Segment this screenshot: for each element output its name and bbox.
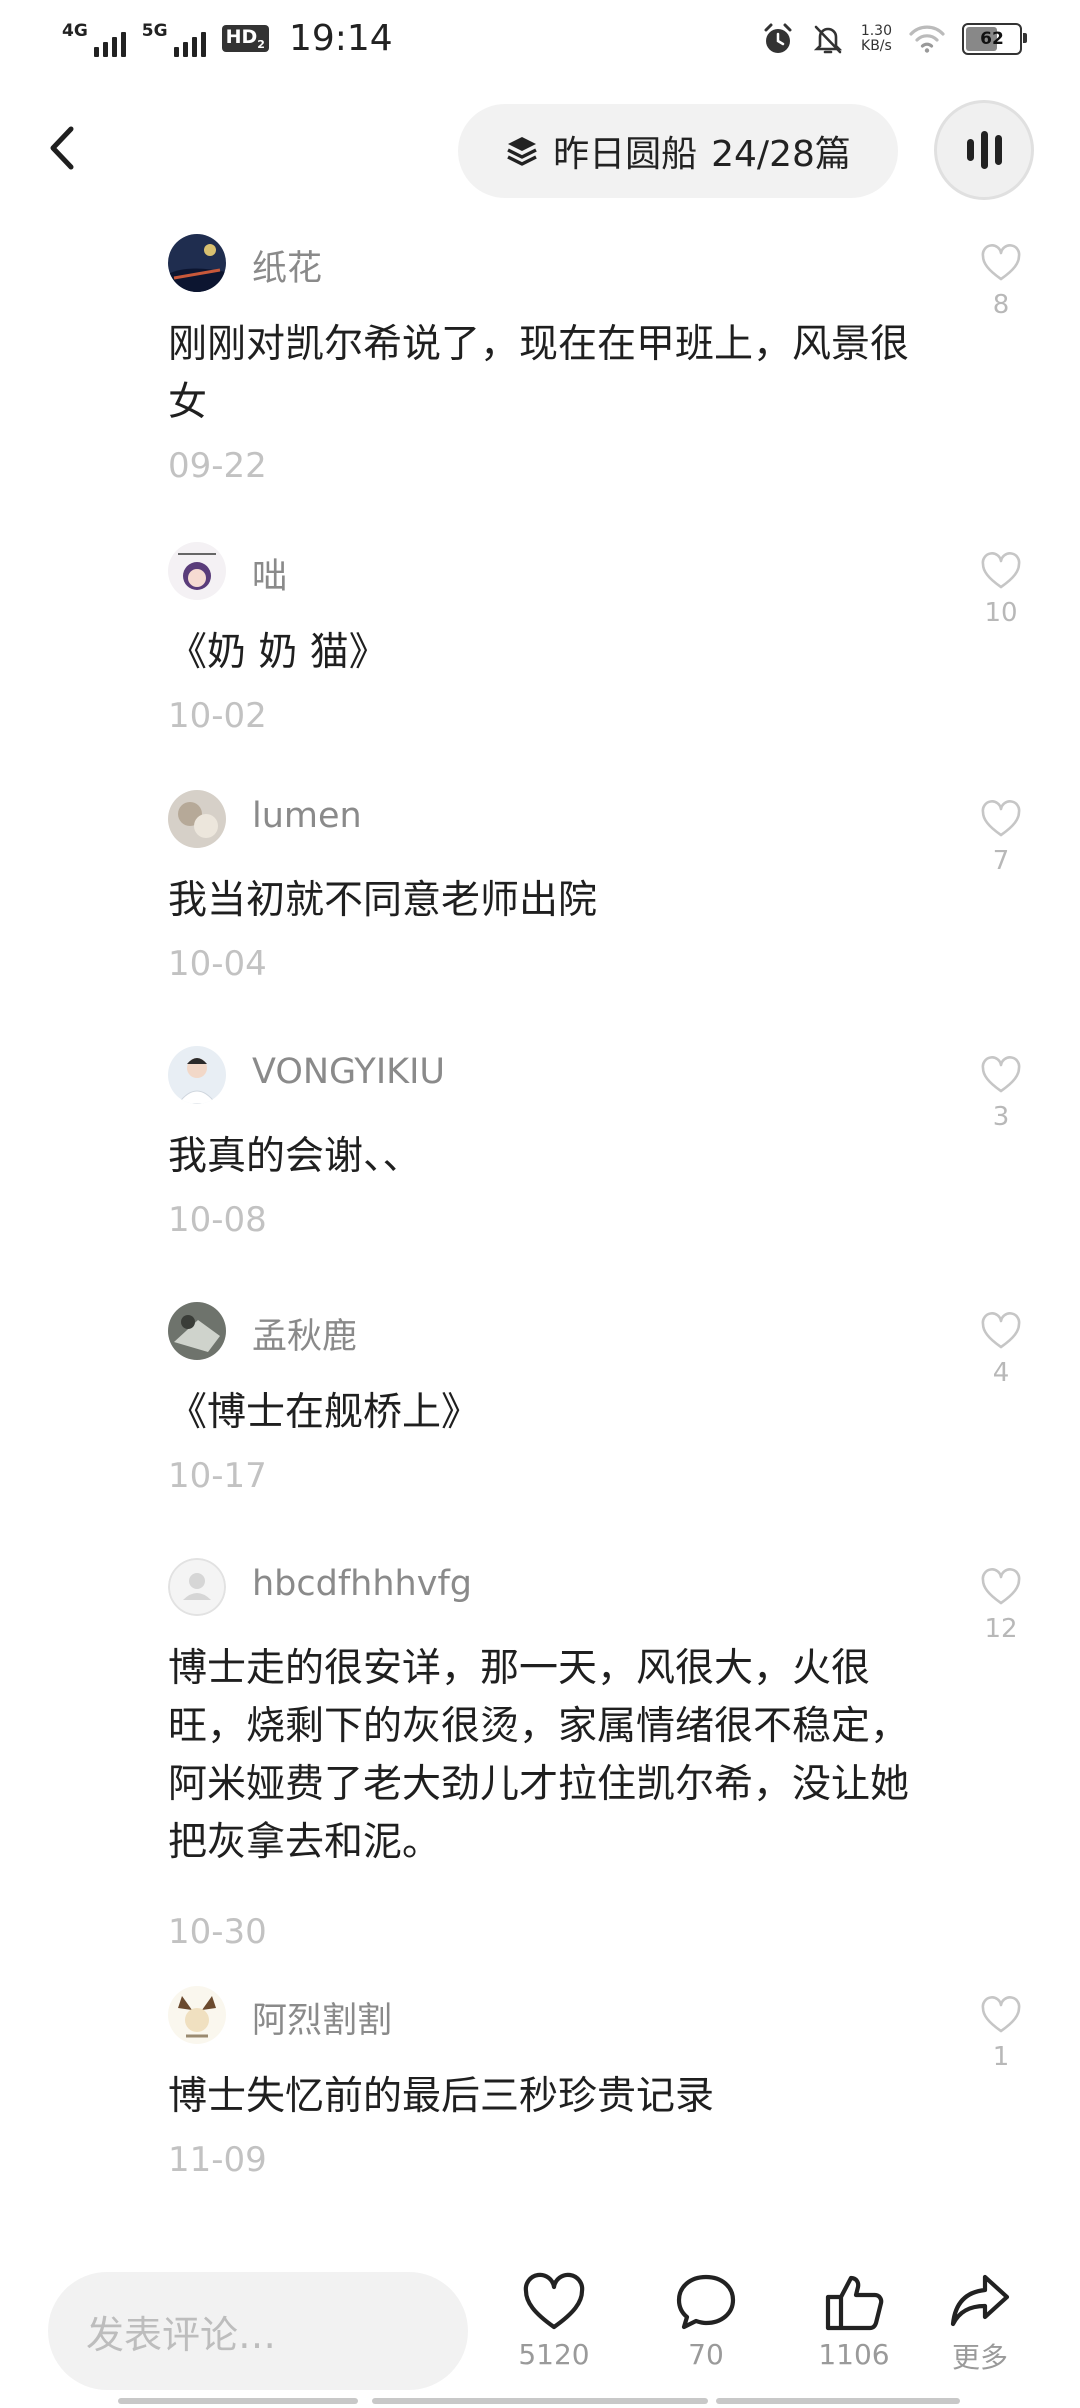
heart-icon: [981, 800, 1021, 837]
like-count: 3: [992, 1102, 1010, 1132]
like-count: 1: [992, 2042, 1010, 2072]
avatar[interactable]: [168, 234, 226, 292]
audio-bars-icon: [966, 131, 1002, 169]
comment-date: 10-17: [168, 1456, 267, 1496]
like-count: 12: [984, 1614, 1018, 1644]
comment-text: 《奶 奶 猫》: [168, 630, 388, 675]
like-count: 7: [992, 846, 1010, 876]
comment-button[interactable]: 70: [646, 2272, 766, 2371]
comment-text: 刚刚对凯尔希说了，现在在甲班上，风景很女: [168, 322, 910, 425]
like-button[interactable]: 12: [976, 1568, 1026, 1644]
username[interactable]: lumen: [252, 796, 362, 836]
signal-5g-icon: 5G: [142, 21, 206, 57]
status-left: 4G 5G HD2 19:14: [62, 18, 393, 59]
comment-count: 70: [688, 2338, 724, 2371]
gesture-bar: [118, 2398, 358, 2404]
like-button[interactable]: 3: [976, 1056, 1026, 1132]
hd-call-icon: HD2: [221, 25, 269, 52]
heart-icon: [981, 1312, 1021, 1349]
username[interactable]: VONGYIKIU: [252, 1052, 445, 1092]
comment-date: 10-30: [168, 1912, 267, 1952]
like-button[interactable]: 8: [976, 244, 1026, 320]
username[interactable]: 咄: [252, 548, 287, 599]
status-time: 19:14: [288, 18, 393, 59]
comment-date: 10-08: [168, 1200, 267, 1240]
comment-text: 《博士在舰桥上》: [168, 1390, 481, 1435]
username[interactable]: 阿烈割割: [252, 1992, 392, 2043]
status-bar: 4G 5G HD2 19:14 1.30 KB/s 62: [0, 0, 1080, 80]
avatar[interactable]: [168, 542, 226, 600]
comment-date: 09-22: [168, 446, 267, 486]
thumbs-up-icon: [825, 2275, 884, 2331]
username[interactable]: 孟秋鹿: [252, 1308, 357, 1359]
mute-bell-icon: [813, 25, 842, 54]
heart-icon: [981, 244, 1021, 281]
layers-icon: [507, 137, 537, 166]
like-button[interactable]: 7: [976, 800, 1026, 876]
gesture-bar: [716, 2398, 960, 2404]
heart-icon: [523, 2272, 585, 2330]
battery-icon: 62: [962, 23, 1027, 55]
chevron-left-icon: [50, 126, 74, 170]
like-count: 4: [992, 1358, 1010, 1388]
comment-text: 博士失忆前的最后三秒珍贵记录: [168, 2074, 715, 2119]
collection-progress: 24/28篇: [711, 134, 851, 175]
back-button[interactable]: [30, 116, 94, 180]
share-button[interactable]: 更多: [920, 2272, 1040, 2376]
comment-date: 11-09: [168, 2140, 267, 2180]
comment-text: 我当初就不同意老师出院: [168, 878, 598, 923]
like-count: 10: [984, 598, 1018, 628]
like-count: 8: [992, 290, 1010, 320]
thumbs-up-count: 1106: [818, 2338, 890, 2371]
like-button[interactable]: 10: [976, 552, 1026, 628]
comment-date: 10-02: [168, 696, 267, 736]
screen: 4G 5G HD2 19:14 1.30 KB/s 62 昨日圆船 24/28篇…: [0, 0, 1080, 2408]
heart-icon: [981, 1568, 1021, 1605]
top-nav: 昨日圆船 24/28篇: [0, 96, 1080, 206]
gesture-bar: [372, 2398, 708, 2404]
favorite-count: 5120: [518, 2338, 590, 2371]
avatar[interactable]: [168, 1046, 226, 1104]
heart-icon: [981, 1996, 1021, 2033]
avatar[interactable]: [168, 790, 226, 848]
more-label: 更多: [951, 2341, 1008, 2374]
favorite-button[interactable]: 5120: [494, 2272, 614, 2371]
avatar[interactable]: [168, 1986, 226, 2044]
net-speed: 1.30 KB/s: [860, 23, 892, 54]
wifi-icon: [909, 25, 945, 53]
thumbs-up-button[interactable]: 1106: [794, 2272, 914, 2371]
username[interactable]: 纸花: [252, 240, 322, 291]
like-button[interactable]: 4: [976, 1312, 1026, 1388]
heart-icon: [981, 1056, 1021, 1093]
comment-bubble-icon: [676, 2274, 736, 2330]
heart-icon: [981, 552, 1021, 589]
avatar[interactable]: [168, 1302, 226, 1360]
default-avatar-icon[interactable]: [168, 1558, 226, 1616]
share-arrow-icon: [950, 2274, 1010, 2327]
audio-play-button[interactable]: [934, 100, 1034, 200]
comment-date: 10-04: [168, 944, 267, 984]
comment-text: 我真的会谢、、: [168, 1134, 422, 1179]
collection-button[interactable]: 昨日圆船 24/28篇: [458, 104, 898, 198]
bottom-action-bar: 发表评论… 5120 70 1106 更多: [0, 2262, 1080, 2408]
comment-text: 博士走的很安详，那一天，风很大，火很旺，烧剩下的灰很烫，家属情绪很不稳定，阿米娅…: [168, 1646, 910, 1865]
collection-title: 昨日圆船: [553, 134, 698, 175]
comment-input[interactable]: 发表评论…: [48, 2272, 468, 2390]
username[interactable]: hbcdfhhhvfg: [252, 1564, 472, 1604]
signal-4g-icon: 4G: [62, 21, 126, 57]
alarm-icon: [764, 23, 792, 53]
like-button[interactable]: 1: [976, 1996, 1026, 2072]
status-right: 1.30 KB/s 62: [761, 22, 1027, 56]
